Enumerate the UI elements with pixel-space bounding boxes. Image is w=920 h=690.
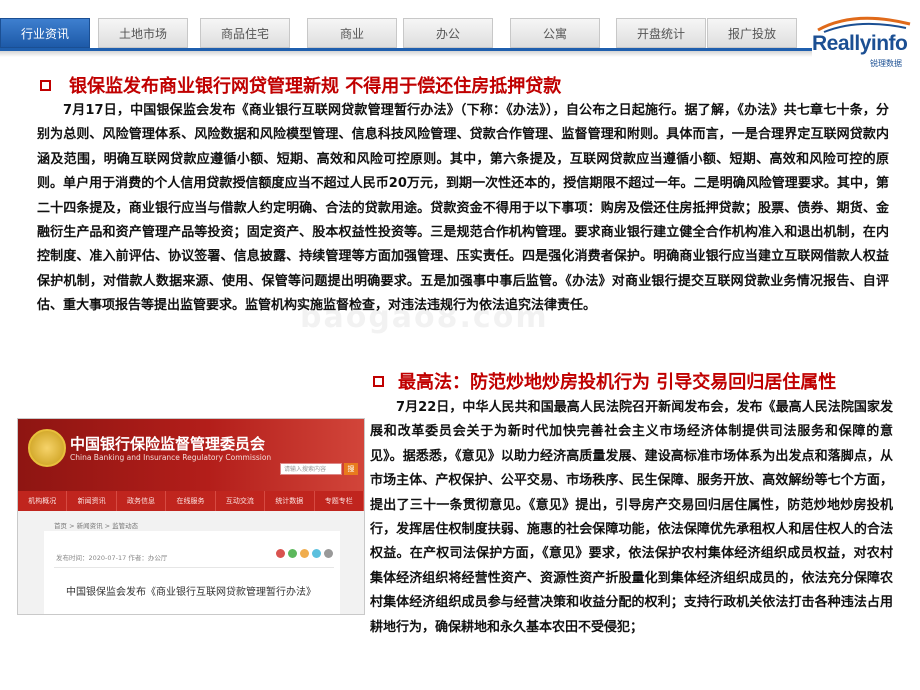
cbirc-article-title: 中国银保监会发布《商业银行互联网贷款管理暂行办法》 xyxy=(66,587,316,598)
cbirc-menu-item: 新闻资讯 xyxy=(67,491,117,511)
cbirc-search-button: 搜 xyxy=(344,463,358,475)
cbirc-menu-item: 机构概况 xyxy=(18,491,68,511)
cbirc-article-meta: 发布时间：2020-07-17 作者：办公厅 xyxy=(56,554,168,562)
share-icon xyxy=(312,549,321,558)
tab-opening-stats[interactable]: 开盘统计 xyxy=(616,18,706,48)
cbirc-title-en: China Banking and Insurance Regulatory C… xyxy=(70,453,272,462)
top-navigation: 行业资讯 土地市场 商品住宅 商业 办公 公寓 开盘统计 报广投放 xyxy=(0,0,812,60)
tab-commercial[interactable]: 商业 xyxy=(307,18,397,48)
bullet-square-icon xyxy=(373,375,384,387)
cbirc-menu-item: 互动交流 xyxy=(216,491,266,511)
cbirc-menu-item: 专题专栏 xyxy=(315,491,364,511)
cbirc-breadcrumb: 首页 > 新闻资讯 > 监管动态 xyxy=(54,522,139,530)
cbirc-title-cn: 中国银行保险监督管理委员会 xyxy=(70,435,266,453)
cbirc-website-screenshot: 中国银行保险监督管理委员会 China Banking and Insuranc… xyxy=(17,418,365,615)
cbirc-divider xyxy=(54,567,334,568)
cbirc-menu-item: 政务信息 xyxy=(117,491,167,511)
article1-body: 7月17日，中国银保监会发布《商业银行互联网贷款管理暂行办法》（下称：《办法》）… xyxy=(37,103,889,314)
tab-ad-placement[interactable]: 报广投放 xyxy=(707,18,797,48)
watermark: baogao8.com xyxy=(300,300,549,335)
logo-brand: Reallyinfo xyxy=(812,32,908,55)
article2-heading: 最高法：防范炒地炒房投机行为 引导交易回归居住属性 xyxy=(373,368,836,394)
cbirc-menu-item: 在线服务 xyxy=(166,491,216,511)
tab-apartment[interactable]: 公寓 xyxy=(510,18,600,48)
nav-shadow xyxy=(0,51,812,57)
cbirc-menu-item: 统计数据 xyxy=(265,491,315,511)
qzone-icon xyxy=(300,549,309,558)
article1-heading: 银保监发布商业银行网贷管理新规 不得用于偿还住房抵押贷款 xyxy=(40,72,561,98)
tab-land-market[interactable]: 土地市场 xyxy=(98,18,188,48)
article2-body: 7月22日，中华人民共和国最高人民法院召开新闻发布会，发布《最高人民法院国家发展… xyxy=(370,400,893,635)
tab-industry-news[interactable]: 行业资讯 xyxy=(0,18,90,48)
print-icon xyxy=(324,549,333,558)
tab-office[interactable]: 办公 xyxy=(403,18,493,48)
cbirc-menubar: 机构概况 新闻资讯 政务信息 在线服务 互动交流 统计数据 专题专栏 xyxy=(18,491,364,511)
logo-swoosh-icon xyxy=(817,16,911,33)
cbirc-share-icons xyxy=(276,549,333,558)
reallyinfo-logo: Reallyinfo 锐理数据 xyxy=(812,14,920,68)
logo-subtitle: 锐理数据 xyxy=(870,59,902,68)
article1-heading-text: 银保监发布商业银行网贷管理新规 不得用于偿还住房抵押贷款 xyxy=(69,76,562,97)
cbirc-search-input: 请输入搜索内容 xyxy=(280,463,342,475)
weibo-icon xyxy=(276,549,285,558)
article2-heading-text: 最高法：防范炒地炒房投机行为 引导交易回归居住属性 xyxy=(398,372,837,393)
wechat-icon xyxy=(288,549,297,558)
tab-residential[interactable]: 商品住宅 xyxy=(200,18,290,48)
cbirc-page-body xyxy=(44,531,340,614)
bullet-square-icon xyxy=(40,79,51,91)
national-emblem-icon xyxy=(28,429,66,467)
